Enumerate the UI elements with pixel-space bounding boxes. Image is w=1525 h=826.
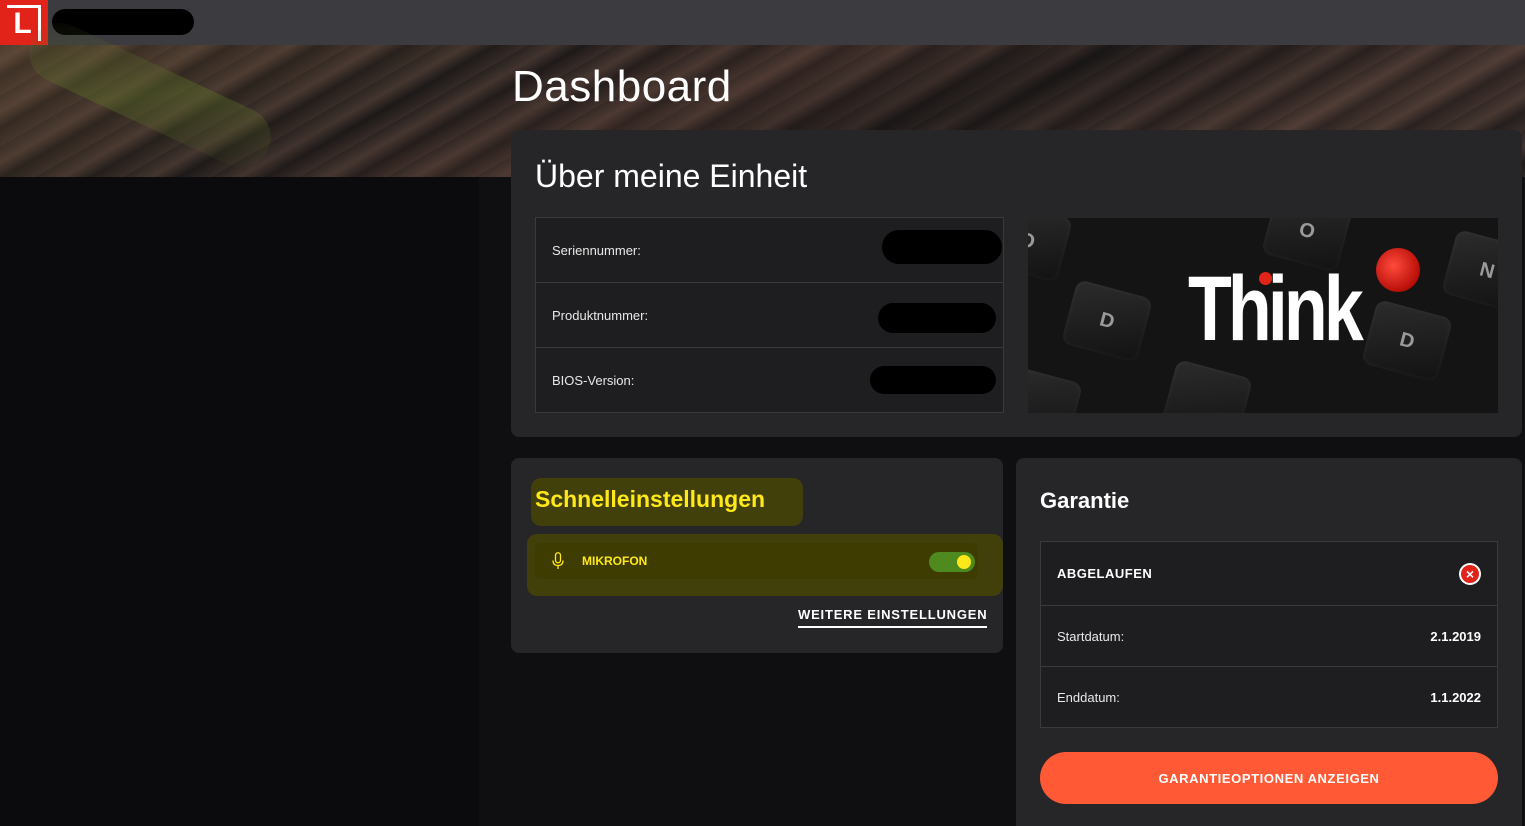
- microphone-setting[interactable]: MIKROFON: [535, 543, 978, 579]
- product-number-row: Produktnummer:: [536, 283, 1003, 348]
- key-d-left: D: [1060, 279, 1154, 363]
- warranty-status-row: ABGELAUFEN ×: [1041, 542, 1497, 606]
- quick-settings-card: Schnelleinstellungen MIKROFON WEITERE EI…: [511, 458, 1003, 653]
- trackpoint: [1376, 248, 1420, 292]
- bios-version-label: BIOS-Version:: [552, 373, 635, 388]
- key-o-left: O: [1028, 218, 1074, 283]
- end-date-label: Enddatum:: [1057, 690, 1120, 705]
- think-logo-dot: [1259, 272, 1272, 285]
- start-date-row: Startdatum: 2.1.2019: [1041, 606, 1497, 667]
- end-date-row: Enddatum: 1.1.2022: [1041, 667, 1497, 728]
- about-title: Über meine Einheit: [535, 158, 808, 194]
- serial-number-label: Seriennummer:: [552, 242, 641, 258]
- device-info-table: Seriennummer: Produktnummer: BIOS-Versio…: [535, 217, 1004, 413]
- toggle-knob: [957, 555, 971, 569]
- warranty-options-button[interactable]: GARANTIEOPTIONEN ANZEIGEN: [1040, 752, 1498, 804]
- title-bar: L: [0, 0, 1525, 45]
- warranty-card: Garantie ABGELAUFEN × Startdatum: 2.1.20…: [1016, 458, 1522, 826]
- thinkpad-keyboard-image: O D D O N Think: [1028, 218, 1498, 413]
- more-settings-link[interactable]: WEITERE EINSTELLUNGEN: [798, 607, 988, 628]
- product-number-label: Produktnummer:: [552, 307, 649, 323]
- bios-version-row: BIOS-Version:: [536, 348, 1003, 413]
- quick-settings-title: Schnelleinstellungen: [535, 486, 766, 512]
- end-date-value: 1.1.2022: [1430, 690, 1481, 705]
- serial-number-row: Seriennummer:: [536, 218, 1003, 283]
- key-n-right: N: [1440, 229, 1498, 313]
- redacted-bios-version: [870, 366, 996, 394]
- key-d-right: D: [1360, 299, 1454, 383]
- about-device-card: Über meine Einheit Seriennummer: Produkt…: [511, 130, 1522, 437]
- think-logo-text: Think: [1188, 258, 1364, 360]
- logo-letter: L: [13, 7, 32, 40]
- start-date-label: Startdatum:: [1057, 628, 1125, 644]
- redacted-product-number: [878, 303, 996, 333]
- redacted-serial-number: [882, 230, 1002, 264]
- start-date-value: 2.1.2019: [1430, 628, 1481, 644]
- microphone-toggle[interactable]: [929, 552, 975, 572]
- microphone-icon: [552, 552, 564, 569]
- warranty-status: ABGELAUFEN: [1057, 566, 1153, 581]
- microphone-label: MIKROFON: [582, 554, 648, 568]
- sidebar: [0, 177, 479, 826]
- page-title: Dashboard: [512, 62, 732, 111]
- warranty-table: ABGELAUFEN × Startdatum: 2.1.2019 Enddat…: [1040, 541, 1498, 728]
- warranty-title: Garantie: [1040, 488, 1130, 513]
- expired-x-icon: ×: [1459, 562, 1481, 585]
